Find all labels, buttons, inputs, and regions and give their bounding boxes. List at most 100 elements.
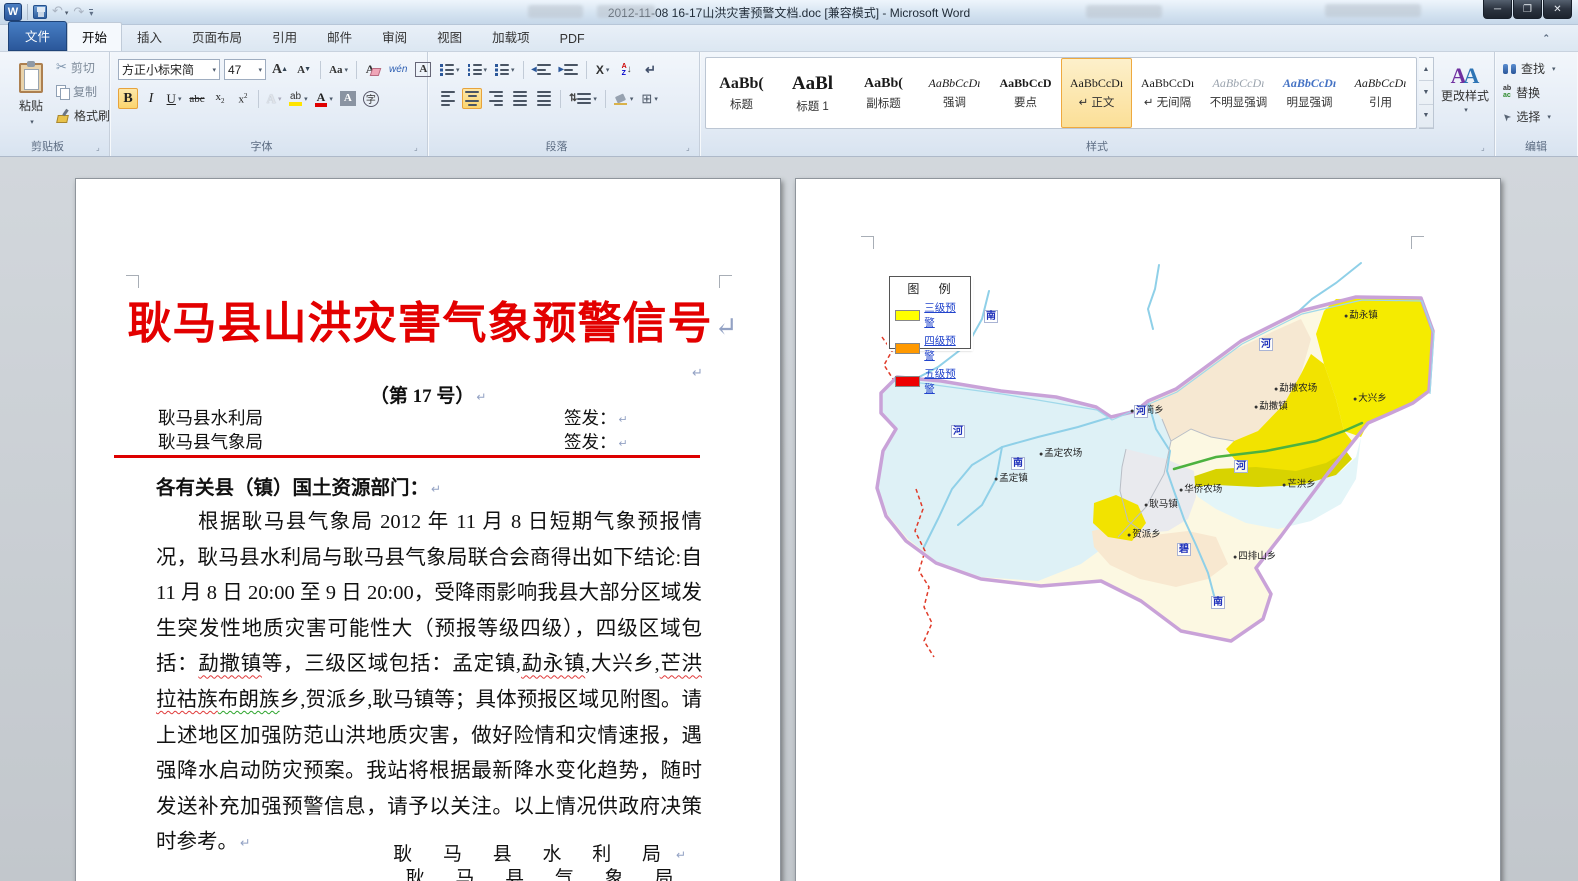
italic-button[interactable]: I [141,88,161,109]
legend-item: 五级预警 [895,366,965,396]
font-color-button[interactable]: A▾ [313,88,335,109]
tab-add-ins[interactable]: 加载项 [477,22,545,51]
borders-button[interactable]: ⊞▾ [639,88,659,109]
justify-button[interactable] [510,88,530,109]
replace-button[interactable]: abac 替换 [1503,84,1556,101]
strikethrough-button[interactable]: abc [187,88,207,109]
map-label: ●孟定农场 [1039,445,1082,459]
map-label: ●大兴乡 [1353,390,1387,404]
tab-pdf[interactable]: PDF [545,27,600,51]
bold-button[interactable]: B [118,88,138,109]
line-spacing-button[interactable]: ⇅▾ [567,88,599,109]
numbering-button[interactable]: ▾ [466,59,490,80]
style-item-selected[interactable]: AaBbCcDı↵ 正文 [1061,58,1132,128]
group-styles: AaBb(标题 AaBl标题 1 AaBb(副标题 AaBbCcDı强调 AaB… [700,52,1495,156]
tab-mailings[interactable]: 邮件 [312,22,367,51]
map-label: ●四排山乡 [1233,548,1276,562]
copy-button[interactable]: 复制 [56,82,110,100]
paragraph-dialog-launcher[interactable]: ⌟ [686,143,696,153]
show-marks-button[interactable]: ↵ [641,59,661,80]
subscript-button[interactable]: x2 [210,88,230,109]
redacted-text [1086,5,1162,18]
increase-indent-button[interactable]: ▸ [557,59,580,80]
document-area[interactable]: 耿马县山洪灾害气象预警信号↵ ↵ （第 17 号）↵ 耿马县水利局 耿马县气象局… [0,157,1578,881]
styles-dialog-launcher[interactable]: ⌟ [1481,143,1491,153]
tab-file[interactable]: 文件 [8,21,67,51]
highlight-color-button[interactable]: ab▾ [287,88,310,109]
group-label-font: 字体 [110,138,413,154]
style-item[interactable]: AaBb(副标题 [848,58,919,128]
underline-button[interactable]: U▾ [164,88,184,109]
restore-button[interactable]: ❐ [1513,0,1542,19]
clear-formatting-button[interactable]: A [363,59,383,80]
document-page-1[interactable]: 耿马县山洪灾害气象预警信号↵ ↵ （第 17 号）↵ 耿马县水利局 耿马县气象局… [75,178,781,881]
character-shading-button[interactable]: A [338,88,358,109]
paste-button[interactable]: 粘贴 ▾ [8,57,54,131]
change-styles-button[interactable]: AA 更改样式 ▾ [1438,57,1492,143]
style-item[interactable]: AaBl标题 1 [777,58,848,128]
superscript-button[interactable]: x2 [233,88,253,109]
group-label-paragraph: 段落 [428,138,685,154]
style-item[interactable]: AaBbCcDı↵ 无间隔 [1132,58,1203,128]
asian-layout-button[interactable]: X▾ [593,59,613,80]
map-label: ●耿马镇 [1144,496,1178,510]
tab-references[interactable]: 引用 [257,22,312,51]
map-label: ●孟定镇 [994,470,1028,484]
style-item[interactable]: AaBbCcDı明显强调 [1274,58,1345,128]
minimize-button[interactable]: ─ [1483,0,1512,19]
shading-button[interactable]: ▾ [612,88,636,109]
body-paragraph[interactable]: 根据耿马县气象局 2012 年 11 月 8 日短期气象预报情况，耿马县水利局与… [156,505,702,861]
style-item[interactable]: AaBbCcD要点 [990,58,1061,128]
group-paragraph: ▾ ▾ ▾ ◂ ▸ X▾ AZ↓ ↵ [428,52,700,156]
cut-button[interactable]: ✂ 剪切 [56,58,110,76]
clipboard-dialog-launcher[interactable]: ⌟ [96,143,106,153]
style-item[interactable]: AaBb(标题 [706,58,777,128]
tab-insert[interactable]: 插入 [122,22,177,51]
map-label: ●勐撒镇 [1254,398,1288,412]
legend-swatch-level4 [895,343,920,354]
gallery-scroll-up-icon[interactable]: ▲ [1419,58,1433,81]
river-label: 河 [1234,460,1248,473]
collapse-ribbon-icon[interactable]: ⌃ [1542,33,1550,44]
bullets-button[interactable]: ▾ [438,59,462,80]
tab-review[interactable]: 审阅 [367,22,422,51]
redacted-text [597,5,655,18]
grow-font-button[interactable]: A▲ [270,59,290,80]
copy-icon [56,85,69,98]
style-item[interactable]: AaBbCcDı强调 [919,58,990,128]
line-spacing-icon [577,93,591,104]
select-button[interactable]: ➤ 选择▾ [1503,108,1556,125]
sort-button[interactable]: AZ↓ [617,59,637,80]
align-center-button[interactable] [462,88,482,109]
style-item[interactable]: AaBbCcDı不明显强调 [1203,58,1274,128]
tab-page-layout[interactable]: 页面布局 [177,22,257,51]
document-page-2[interactable]: 图 例 三级预警 四级预警 五级预警 ●勐永镇 ●勐撒农场 ●勐撒镇 ●大兴乡 [795,178,1501,881]
redacted-text [528,5,583,18]
ribbon: 文件 开始 插入 页面布局 引用 邮件 审阅 视图 加载项 PDF ⌃ 粘贴 ▾ [0,25,1578,157]
font-dialog-launcher[interactable]: ⌟ [414,143,424,153]
tab-view[interactable]: 视图 [422,22,477,51]
ribbon-tab-row: 文件 开始 插入 页面布局 引用 邮件 审阅 视图 加载项 PDF ⌃ [0,25,1578,52]
decrease-indent-button[interactable]: ◂ [530,59,553,80]
gallery-more-icon[interactable]: ▼ [1419,105,1433,128]
text-effects-button[interactable]: A▾ [264,88,284,109]
shrink-font-button[interactable]: A▼ [294,59,314,80]
gallery-scroll-down-icon[interactable]: ▼ [1419,81,1433,104]
font-size-combobox[interactable]: 47▾ [224,59,266,80]
phonetic-guide-button[interactable]: wén [387,59,409,80]
issue-number: （第 17 号）↵ [76,381,780,408]
enclose-characters-button[interactable]: 字 [361,88,381,109]
find-button[interactable]: 查找▾ [1503,60,1556,77]
cursor-arrow-icon: ➤ [1500,110,1514,124]
multilevel-list-button[interactable]: ▾ [493,59,517,80]
close-button[interactable]: ✕ [1543,0,1572,19]
change-case-button[interactable]: Aa▾ [327,59,350,80]
river-label: 河 [951,425,965,438]
format-painter-button[interactable]: 格式刷 [56,106,110,124]
align-right-button[interactable] [486,88,506,109]
font-name-combobox[interactable]: 方正小标宋简▾ [118,59,220,80]
align-left-button[interactable] [438,88,458,109]
style-item[interactable]: AaBbCcDı引用 [1345,58,1416,128]
tab-home[interactable]: 开始 [67,22,122,51]
distribute-button[interactable] [534,88,554,109]
